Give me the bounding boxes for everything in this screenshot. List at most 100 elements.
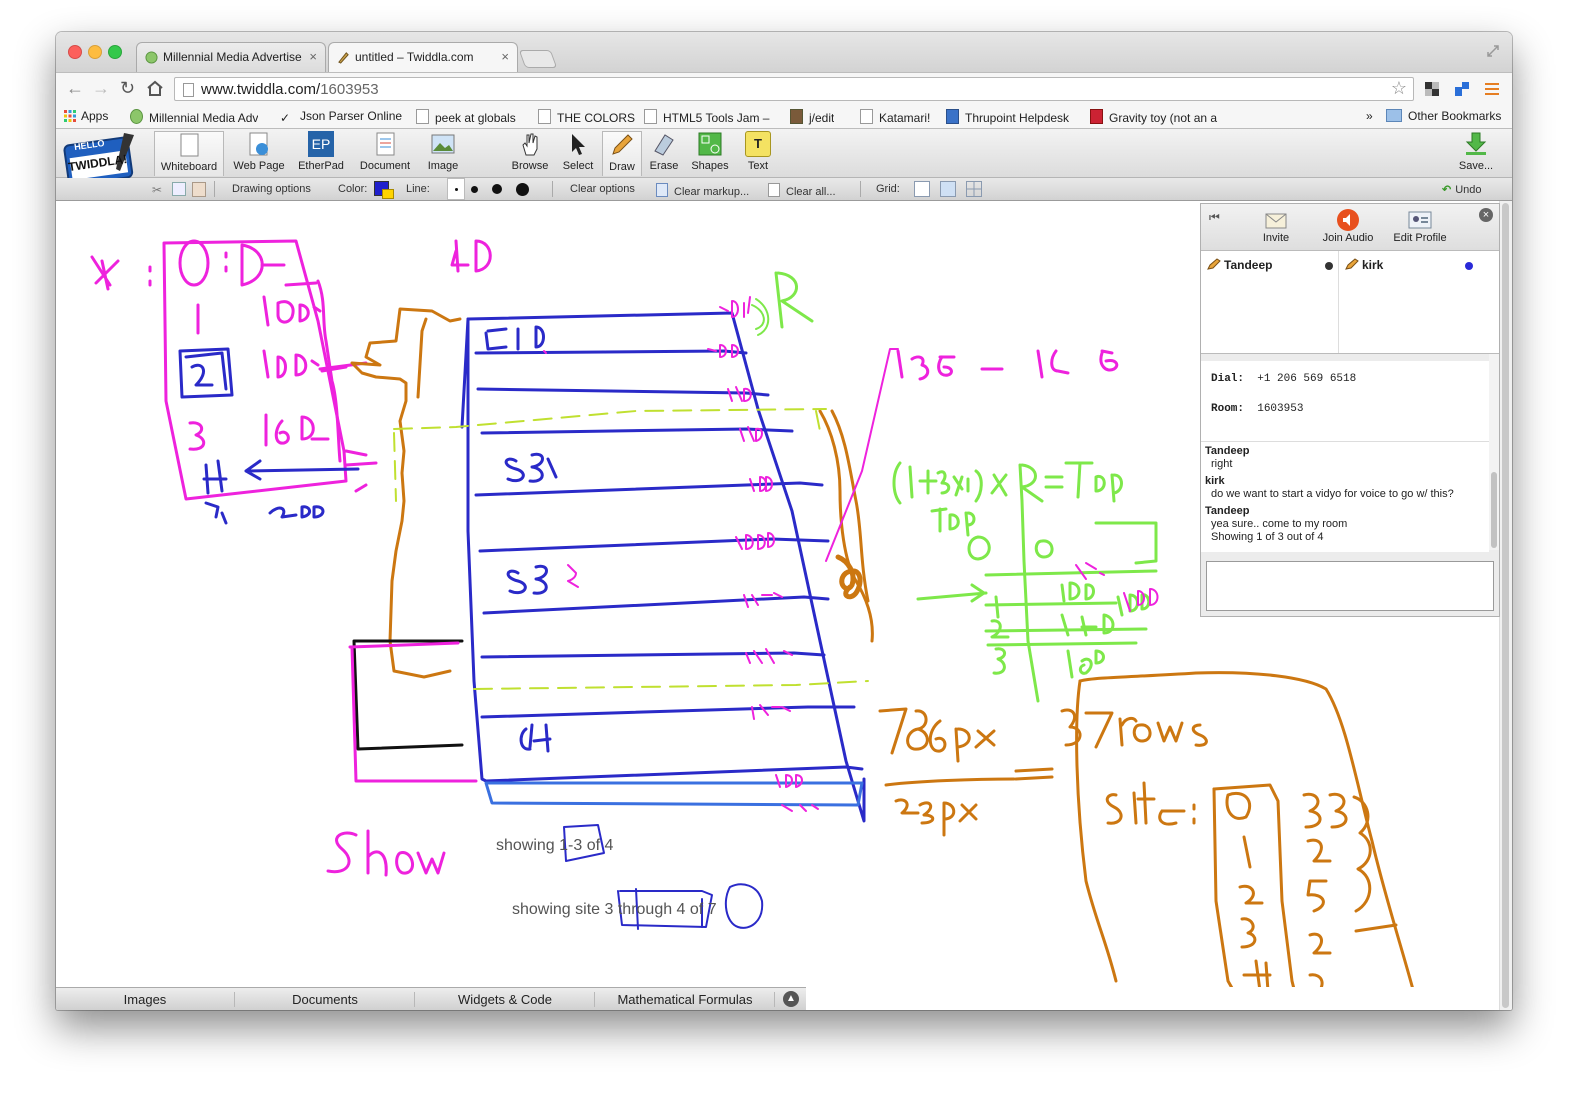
bookmark-thrupoint[interactable]: Thrupoint Helpdesk bbox=[946, 109, 1069, 125]
separator bbox=[214, 181, 215, 197]
invite-button[interactable]: Invite bbox=[1241, 208, 1311, 244]
dial-info: Dial: +1 206 569 6518 Room: 1603953 bbox=[1201, 361, 1489, 441]
tool-draw[interactable]: Draw bbox=[602, 131, 642, 176]
tab-twiddla[interactable]: untitled – Twiddla.com × bbox=[328, 42, 518, 72]
address-bar[interactable]: www.twiddla.com/1603953 ☆ bbox=[174, 77, 1414, 101]
participant-tandeep[interactable]: Tandeep bbox=[1207, 258, 1272, 272]
collapse-panel-icon[interactable]: ⏮ bbox=[1209, 210, 1220, 225]
tool-select[interactable]: Select bbox=[556, 131, 600, 175]
bookmark-gravity-toy[interactable]: Gravity toy (not an a bbox=[1090, 109, 1230, 125]
extension-icon[interactable] bbox=[1454, 81, 1470, 97]
envelope-icon bbox=[1265, 213, 1287, 229]
tool-browse[interactable]: Browse bbox=[508, 131, 552, 175]
edit-profile-button[interactable]: Edit Profile bbox=[1385, 208, 1455, 244]
undo-label: Undo bbox=[1455, 184, 1482, 196]
participant-kirk[interactable]: kirk bbox=[1345, 258, 1383, 272]
bookmarks-overflow-button[interactable]: » bbox=[1366, 109, 1373, 123]
extension-icon[interactable] bbox=[1424, 81, 1440, 97]
scrollbar-thumb[interactable] bbox=[1491, 472, 1497, 548]
expand-up-icon[interactable]: ▲ bbox=[783, 991, 799, 1007]
room-number: 1603953 bbox=[1257, 403, 1304, 415]
bookmark-apps[interactable]: Apps bbox=[64, 109, 108, 123]
tab-widgets-code[interactable]: Widgets & Code bbox=[416, 992, 595, 1007]
other-bookmarks[interactable]: Other Bookmarks bbox=[1386, 109, 1501, 123]
tool-whiteboard[interactable]: Whiteboard bbox=[154, 131, 224, 176]
tool-text[interactable]: T Text bbox=[736, 131, 780, 175]
line-size-1[interactable] bbox=[455, 188, 458, 191]
tab-documents[interactable]: Documents bbox=[236, 992, 415, 1007]
line-size-3[interactable] bbox=[492, 184, 502, 194]
web-page-icon bbox=[249, 132, 268, 156]
copy-icon[interactable] bbox=[172, 182, 186, 196]
forward-icon[interactable]: → bbox=[92, 78, 110, 98]
clear-markup-button[interactable]: Clear markup... bbox=[656, 183, 749, 198]
canvas-scrollbar[interactable] bbox=[1499, 201, 1512, 1010]
bookmark-html5-tools[interactable]: HTML5 Tools Jam – I bbox=[644, 109, 772, 125]
apps-grid-icon bbox=[64, 110, 76, 122]
tab-close-icon[interactable]: × bbox=[309, 49, 317, 64]
board-text-showing-range: showing 1-3 of 4 bbox=[496, 837, 613, 855]
paste-icon[interactable] bbox=[192, 182, 206, 197]
tool-etherpad[interactable]: EP EtherPad bbox=[292, 131, 350, 175]
dial-number: +1 206 569 6518 bbox=[1257, 373, 1357, 385]
line-size-2[interactable] bbox=[471, 186, 478, 193]
bookmark-json-parser[interactable]: ✓ Json Parser Online bbox=[280, 109, 402, 124]
twiddla-toolbar: HELLO TWIDDLA! Whiteboard Web Page EP Et… bbox=[56, 129, 1512, 186]
pencil-icon bbox=[612, 134, 633, 155]
color-swatch-secondary[interactable] bbox=[382, 189, 394, 199]
zoom-window-button[interactable] bbox=[108, 45, 122, 59]
grid-small-button[interactable] bbox=[940, 181, 956, 197]
new-tab-button[interactable] bbox=[518, 50, 558, 68]
minimize-window-button[interactable] bbox=[88, 45, 102, 59]
document-icon bbox=[376, 132, 395, 156]
id-card-icon bbox=[1408, 211, 1432, 229]
save-label: Save... bbox=[1458, 160, 1494, 172]
home-icon[interactable] bbox=[146, 80, 164, 96]
bookmark-label: THE COLORS bbox=[557, 111, 636, 125]
folder-icon bbox=[1386, 109, 1402, 122]
fullscreen-icon[interactable] bbox=[1486, 44, 1500, 58]
bookmark-peek-globals[interactable]: peek at globals bbox=[416, 109, 516, 125]
room-row: Room: 1603953 bbox=[1211, 403, 1303, 415]
line-size-4[interactable] bbox=[516, 183, 529, 196]
board-text-showing-site: showing site 3 through 4 of 7 bbox=[512, 901, 717, 919]
grid-none-button[interactable] bbox=[914, 181, 930, 197]
chat-scrollbar[interactable] bbox=[1489, 354, 1499, 550]
bookmark-label: j/edit bbox=[809, 111, 835, 125]
board-text-prefix: showing bbox=[496, 837, 560, 854]
join-audio-label: Join Audio bbox=[1322, 232, 1374, 244]
scissors-icon[interactable]: ✂ bbox=[152, 183, 162, 197]
tool-web-page[interactable]: Web Page bbox=[228, 131, 290, 175]
menu-icon[interactable] bbox=[1484, 81, 1500, 97]
chat-input[interactable] bbox=[1206, 561, 1494, 611]
grid-large-button[interactable] bbox=[966, 181, 982, 197]
scrollbar-thumb[interactable] bbox=[1502, 203, 1509, 1008]
tool-image[interactable]: Image bbox=[420, 131, 466, 175]
join-audio-button[interactable]: Join Audio bbox=[1313, 208, 1383, 244]
undo-button[interactable]: ↶ Undo bbox=[1442, 183, 1482, 196]
close-panel-icon[interactable]: × bbox=[1479, 208, 1493, 222]
bookmark-star-icon[interactable]: ☆ bbox=[1391, 78, 1407, 99]
reload-icon[interactable]: ↻ bbox=[120, 78, 135, 98]
bookmark-label: Millennial Media Adv bbox=[149, 111, 258, 125]
tool-erase[interactable]: Erase bbox=[642, 131, 686, 175]
tool-document[interactable]: Document bbox=[354, 131, 416, 175]
tab-mathematical-formulas[interactable]: Mathematical Formulas bbox=[596, 992, 775, 1007]
back-icon[interactable]: ← bbox=[66, 78, 84, 98]
bookmark-millennial[interactable]: Millennial Media Adv bbox=[130, 109, 258, 125]
bookmark-jedit[interactable]: j/edit bbox=[790, 109, 834, 125]
tool-label: Draw bbox=[609, 161, 635, 173]
tab-millennial-media[interactable]: Millennial Media Advertise × bbox=[136, 42, 326, 72]
pencil-icon bbox=[338, 52, 349, 64]
save-button[interactable]: Save... bbox=[1448, 131, 1504, 175]
tool-label: Whiteboard bbox=[160, 161, 218, 173]
bookmark-the-colors[interactable]: THE COLORS bbox=[538, 109, 635, 125]
dial-row: Dial: +1 206 569 6518 bbox=[1211, 373, 1356, 385]
chat-log: Tandeep right kirk do we want to start a… bbox=[1201, 441, 1489, 552]
close-window-button[interactable] bbox=[68, 45, 82, 59]
tab-close-icon[interactable]: × bbox=[501, 49, 509, 64]
clear-all-button[interactable]: Clear all... bbox=[768, 183, 836, 198]
tool-shapes[interactable]: Shapes bbox=[688, 131, 732, 175]
tab-images[interactable]: Images bbox=[56, 992, 235, 1007]
bookmark-katamari[interactable]: Katamari! bbox=[860, 109, 930, 125]
